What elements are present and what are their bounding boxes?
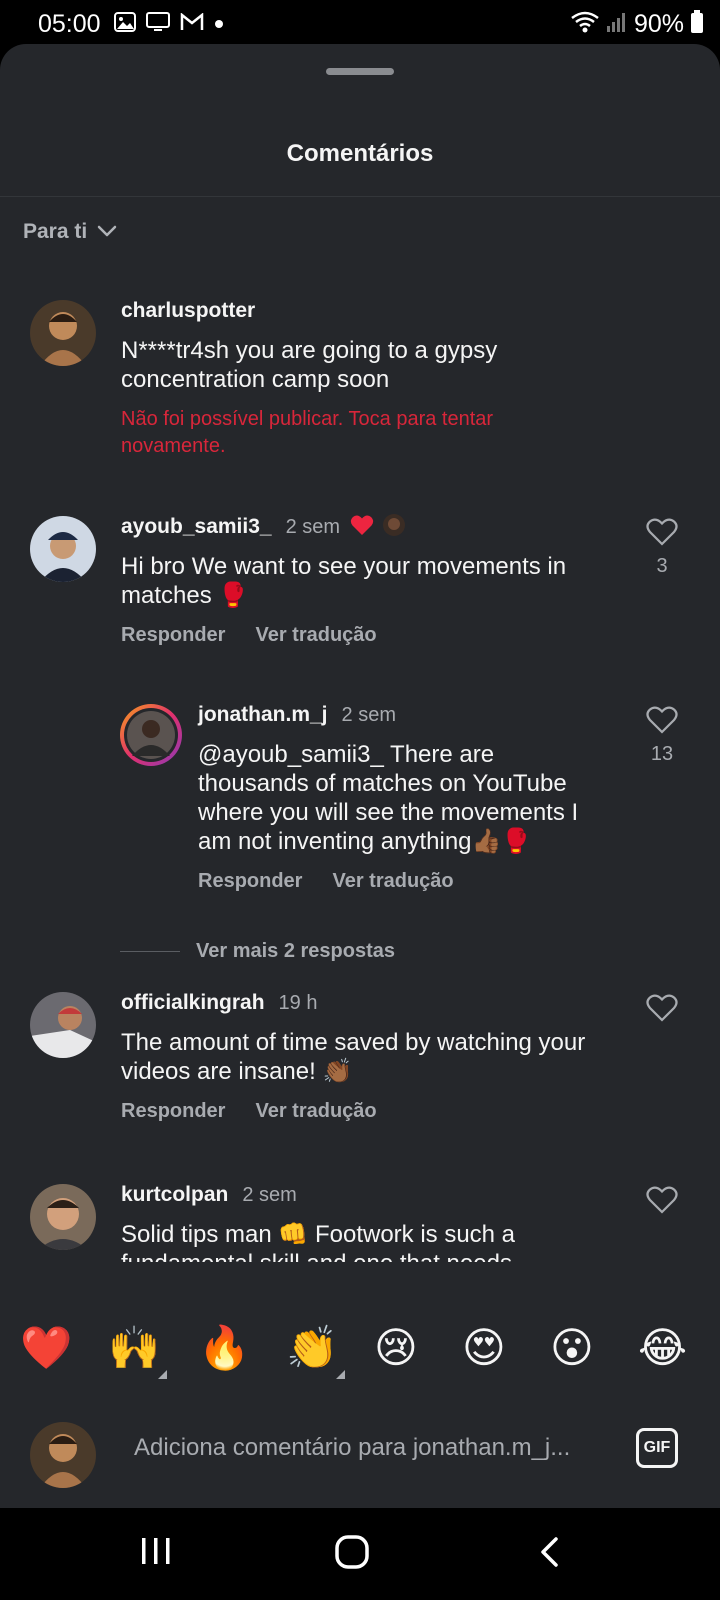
status-bar: 05:00 90% <box>0 0 720 48</box>
comment-username[interactable]: officialkingrah <box>121 991 265 1015</box>
avatar[interactable] <box>30 300 96 366</box>
battery-percent: 90% <box>633 10 684 38</box>
comment-username[interactable]: jonathan.m_j <box>198 703 328 727</box>
comment-text: Solid tips man 👊 Footwork is such a fund… <box>121 1221 516 1262</box>
heart-filled-icon <box>350 514 374 541</box>
gif-button[interactable]: GIF <box>636 1428 678 1468</box>
emoji-button[interactable]: 😍 <box>462 1322 506 1374</box>
comment-text: The amount of time saved by watching you… <box>121 1029 586 1085</box>
avatar[interactable] <box>30 992 96 1058</box>
reply-button[interactable]: Responder <box>121 1100 225 1123</box>
emoji-button[interactable]: ❤️ <box>20 1322 72 1374</box>
avatar[interactable] <box>120 704 182 766</box>
comment-time: 2 sem <box>341 703 396 726</box>
avatar[interactable] <box>30 1184 96 1250</box>
sort-label: Para ti <box>23 220 88 243</box>
like-button[interactable] <box>642 1186 682 1219</box>
emoji-button[interactable]: 🙌 <box>108 1322 160 1374</box>
comment-text: N****tr4sh you are going to a gypsy conc… <box>121 337 498 393</box>
skin-tone-indicator <box>336 1370 345 1379</box>
sort-dropdown[interactable]: Para ti <box>23 220 117 244</box>
comment-time: 2 sem <box>285 515 341 538</box>
home-icon[interactable] <box>334 1534 370 1575</box>
battery-icon <box>690 10 704 39</box>
wifi-icon <box>570 10 600 39</box>
heart-outline-icon[interactable] <box>646 518 678 550</box>
divider <box>120 951 180 952</box>
signal-icon <box>606 11 628 38</box>
gallery-icon <box>114 12 136 37</box>
drag-handle[interactable] <box>326 68 394 75</box>
navigation-bar <box>0 1508 720 1600</box>
like-button[interactable]: 13 <box>642 706 682 766</box>
comment-composer: Adiciona comentário para jonathan.m_j...… <box>0 1402 720 1508</box>
avatar <box>30 1422 96 1488</box>
comment-username[interactable]: charluspotter <box>121 299 255 323</box>
comments-sheet: Comentários Para ti charluspotter N****t… <box>0 44 720 1508</box>
avatar[interactable] <box>30 516 96 582</box>
reply-button[interactable]: Responder <box>198 870 302 893</box>
back-icon[interactable] <box>538 1536 560 1573</box>
emoji-button[interactable]: 😮 <box>550 1322 594 1374</box>
author-avatar-icon <box>382 513 406 542</box>
emoji-bar: ❤️ 🙌 🔥 👏 😢 😍 😮 😂 <box>0 1306 720 1402</box>
post-error-message[interactable]: Não foi possível publicar. Toca para ten… <box>121 406 581 460</box>
skin-tone-indicator <box>158 1370 167 1379</box>
sheet-title: Comentários <box>286 140 434 167</box>
like-button[interactable]: 3 <box>642 518 682 578</box>
emoji-button[interactable]: 😂 <box>638 1322 687 1374</box>
heart-outline-icon[interactable] <box>646 706 678 738</box>
like-button[interactable] <box>642 994 682 1027</box>
comment-time: 2 sem <box>242 1183 297 1206</box>
comment-username[interactable]: kurtcolpan <box>121 1183 228 1207</box>
heart-outline-icon[interactable] <box>646 994 678 1026</box>
translate-button[interactable]: Ver tradução <box>332 870 453 893</box>
comment-text: @ayoub_samii3_ There are thousands of ma… <box>198 741 579 855</box>
heart-outline-icon[interactable] <box>646 1186 678 1218</box>
translate-button[interactable]: Ver tradução <box>255 624 376 647</box>
view-more-replies[interactable]: Ver mais 2 respostas <box>120 940 395 963</box>
comment-text: Hi bro We want to see your movements in … <box>121 553 567 609</box>
emoji-button[interactable]: 🔥 <box>198 1322 250 1374</box>
gmail-icon <box>180 12 204 36</box>
emoji-button[interactable]: 👏 <box>286 1322 338 1374</box>
reply-button[interactable]: Responder <box>121 624 225 647</box>
chevron-down-icon <box>97 220 117 244</box>
emoji-button[interactable]: 😢 <box>374 1322 418 1374</box>
like-count: 3 <box>656 555 668 577</box>
comment-item: kurtcolpan 2 sem Solid tips man 👊 Footwo… <box>0 1180 720 1262</box>
view-more-replies-label: Ver mais 2 respostas <box>196 940 396 962</box>
translate-button[interactable]: Ver tradução <box>255 1100 376 1123</box>
recent-apps-icon[interactable] <box>140 1536 172 1571</box>
like-count: 13 <box>650 743 674 765</box>
dot-icon <box>214 16 224 34</box>
comment-username[interactable]: ayoub_samii3_ <box>121 515 272 539</box>
comment-time: 19 h <box>278 991 318 1014</box>
divider <box>0 196 720 197</box>
comment-input[interactable]: Adiciona comentário para jonathan.m_j... <box>134 1434 570 1462</box>
status-time: 05:00 <box>38 10 101 38</box>
cast-icon <box>146 12 170 37</box>
